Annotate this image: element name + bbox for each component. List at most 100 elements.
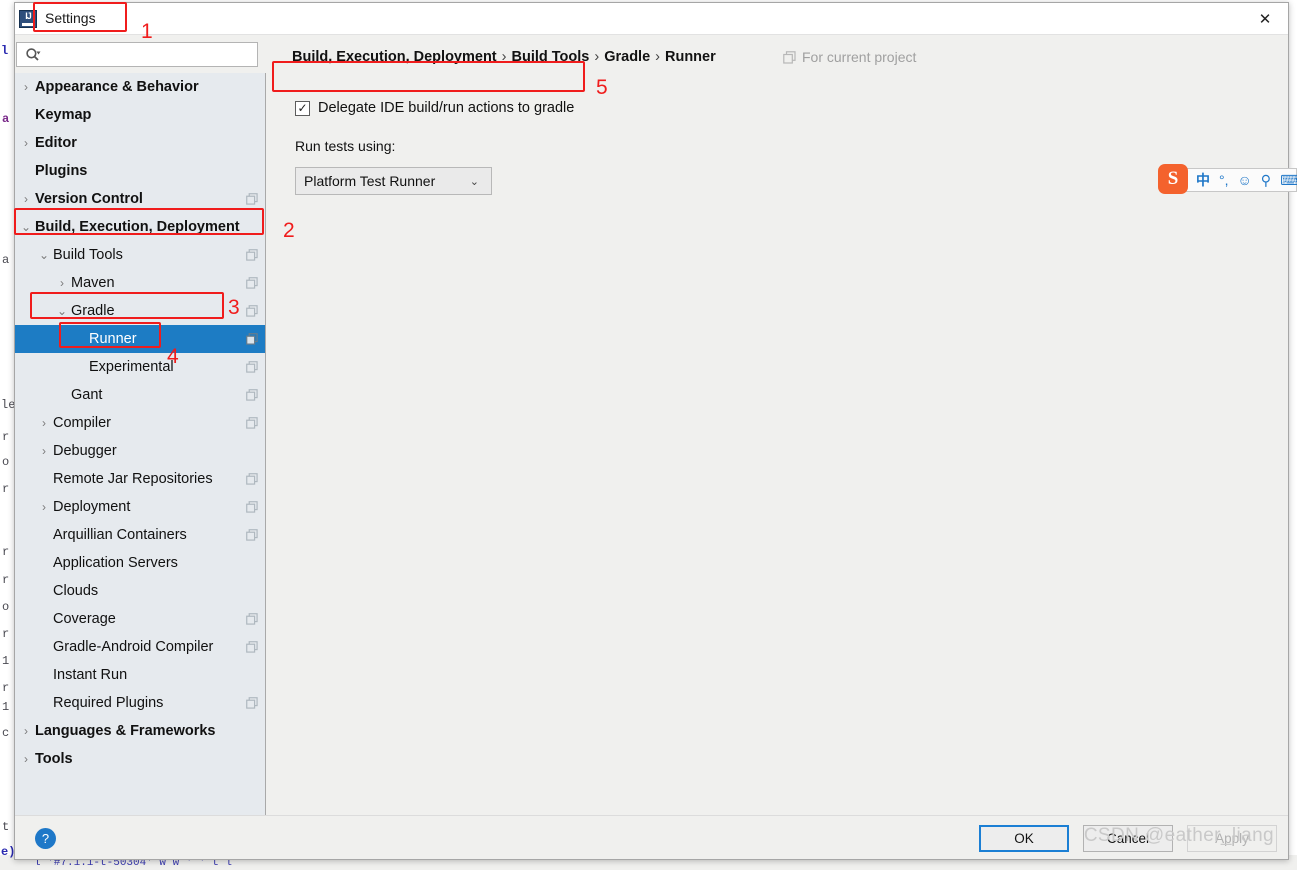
sidebar-item-label: Maven <box>71 275 115 291</box>
sidebar-item-label: Plugins <box>35 163 88 179</box>
sidebar-item-debugger[interactable]: › Debugger <box>15 437 265 465</box>
sidebar-item-plugins[interactable]: Plugins <box>15 157 265 185</box>
ide-background-text: a <box>2 112 10 126</box>
ide-background-text: r <box>2 482 10 496</box>
checkmark-icon: ✓ <box>297 101 308 115</box>
sidebar-item-compiler[interactable]: › Compiler <box>15 409 265 437</box>
run-tests-using-select[interactable]: Platform Test Runner ⌄ <box>295 167 492 195</box>
sidebar-item-label: Gradle <box>71 303 115 319</box>
chevron-right-icon[interactable]: › <box>55 276 69 290</box>
sidebar-item-label: Runner <box>89 331 137 347</box>
sidebar-item-label: Gant <box>71 387 103 403</box>
chinese-mode-icon[interactable]: 中 <box>1196 170 1210 190</box>
search-area <box>15 35 266 73</box>
settings-tree[interactable]: › Appearance & Behavior Keymap › Editor Plugi… <box>15 73 265 817</box>
sogou-logo-icon[interactable]: S <box>1158 164 1188 194</box>
breadcrumb-item: Gradle <box>604 49 651 65</box>
sidebar-item-gant[interactable]: Gant <box>15 381 265 409</box>
sidebar-item-appearance-behavior[interactable]: › Appearance & Behavior <box>15 73 265 101</box>
sidebar-item-languages-frameworks[interactable]: › Languages & Frameworks <box>15 717 265 745</box>
chevron-right-icon[interactable]: › <box>19 136 33 150</box>
sidebar-item-coverage[interactable]: Coverage <box>15 605 265 633</box>
ide-background-text: a <box>2 253 10 267</box>
sidebar-item-label: Version Control <box>35 191 143 207</box>
sidebar-item-gradle[interactable]: ⌄ Gradle <box>15 297 265 325</box>
sidebar-item-clouds[interactable]: Clouds <box>15 577 265 605</box>
chevron-right-icon[interactable]: › <box>19 724 33 738</box>
dialog-title: Settings <box>45 10 96 26</box>
project-scope-icon <box>246 417 258 429</box>
sidebar-item-instant-run[interactable]: Instant Run <box>15 661 265 689</box>
delegate-checkbox-label: Delegate IDE build/run actions to gradle <box>318 100 575 116</box>
ide-background-text: r <box>2 430 10 444</box>
project-scope-icon <box>246 277 258 289</box>
chevron-right-icon[interactable]: › <box>37 500 51 514</box>
sidebar-item-label: Arquillian Containers <box>53 527 187 543</box>
close-icon[interactable]: ✕ <box>1242 3 1288 34</box>
voice-input-icon[interactable]: ⚲ <box>1261 172 1271 189</box>
chevron-right-icon[interactable]: › <box>19 80 33 94</box>
ide-background-text: r <box>2 573 10 587</box>
sidebar-item-arquillian-containers[interactable]: Arquillian Containers <box>15 521 265 549</box>
project-scope-icon <box>246 361 258 373</box>
sidebar-item-editor[interactable]: › Editor <box>15 129 265 157</box>
chevron-down-icon[interactable]: ⌄ <box>19 220 33 234</box>
chevron-right-icon[interactable]: › <box>19 752 33 766</box>
chevron-right-icon[interactable]: › <box>37 416 51 430</box>
sogou-ime-toolbar[interactable]: S 中 °, ☺ ⚲ ⌨ <box>1158 164 1297 194</box>
sidebar-item-label: Clouds <box>53 583 99 599</box>
sidebar-item-label: Application Servers <box>53 555 178 571</box>
sidebar-item-label: Appearance & Behavior <box>35 79 199 95</box>
sidebar-item-deployment[interactable]: › Deployment <box>15 493 265 521</box>
project-scope-icon <box>246 641 258 653</box>
sidebar-item-build-execution-deployment[interactable]: ⌄ Build, Execution, Deployment <box>15 213 265 241</box>
ide-background-text: r <box>2 627 10 641</box>
sidebar-item-remote-jar-repositories[interactable]: Remote Jar Repositories <box>15 465 265 493</box>
sidebar-item-label: Deployment <box>53 499 131 515</box>
sidebar-item-version-control[interactable]: › Version Control <box>15 185 265 213</box>
for-current-project-label: For current project <box>802 49 917 65</box>
project-scope-icon <box>246 249 258 261</box>
breadcrumb-separator: › <box>501 49 507 65</box>
chevron-down-icon[interactable]: ⌄ <box>37 248 51 262</box>
sidebar-item-runner[interactable]: Runner <box>15 325 265 353</box>
chevron-right-icon[interactable]: › <box>37 444 51 458</box>
intellij-idea-icon: IJ <box>19 10 37 28</box>
project-scope-icon <box>246 193 258 205</box>
sidebar-item-tools[interactable]: › Tools <box>15 745 265 773</box>
sidebar-item-keymap[interactable]: Keymap <box>15 101 265 129</box>
emoji-icon[interactable]: ☺ <box>1238 172 1252 188</box>
dialog-title-bar: IJ Settings ✕ <box>15 3 1288 35</box>
ok-button[interactable]: OK <box>979 825 1069 852</box>
help-icon[interactable]: ? <box>35 828 56 849</box>
sidebar-item-label: Remote Jar Repositories <box>53 471 213 487</box>
project-scope-icon <box>246 501 258 513</box>
breadcrumb-separator: › <box>594 49 600 65</box>
project-scope-icon <box>246 613 258 625</box>
sidebar-item-label: Required Plugins <box>53 695 164 711</box>
sidebar-item-application-servers[interactable]: Application Servers <box>15 549 265 577</box>
settings-sidebar: › Appearance & Behavior Keymap › Editor Plugi… <box>15 35 266 817</box>
search-box[interactable] <box>16 42 258 67</box>
project-scope-icon <box>246 389 258 401</box>
sidebar-item-maven[interactable]: › Maven <box>15 269 265 297</box>
run-tests-using-value: Platform Test Runner <box>304 173 436 189</box>
settings-dialog: IJ Settings ✕ › Appearance & Behavior Keym… <box>14 2 1289 860</box>
punctuation-mode-icon[interactable]: °, <box>1219 172 1229 188</box>
chevron-right-icon[interactable]: › <box>19 192 33 206</box>
ide-background-text: o <box>2 455 10 469</box>
sidebar-item-required-plugins[interactable]: Required Plugins <box>15 689 265 717</box>
ide-background-text: r <box>2 545 10 559</box>
search-input[interactable] <box>47 46 251 66</box>
ide-background-text: 1 <box>2 700 10 714</box>
sidebar-item-build-tools[interactable]: ⌄ Build Tools <box>15 241 265 269</box>
sidebar-item-gradle-android-compiler[interactable]: Gradle-Android Compiler <box>15 633 265 661</box>
keyboard-icon[interactable]: ⌨ <box>1280 172 1297 189</box>
settings-main-panel: Build, Execution, Deployment › Build Tools… <box>267 35 1288 817</box>
project-scope-icon <box>246 697 258 709</box>
delegate-checkbox-row[interactable]: ✓ Delegate IDE build/run actions to grad… <box>295 100 574 116</box>
delegate-checkbox[interactable]: ✓ <box>295 100 310 116</box>
sidebar-item-experimental[interactable]: Experimental <box>15 353 265 381</box>
breadcrumb-item: Build, Execution, Deployment <box>292 49 497 65</box>
chevron-down-icon[interactable]: ⌄ <box>55 304 69 318</box>
